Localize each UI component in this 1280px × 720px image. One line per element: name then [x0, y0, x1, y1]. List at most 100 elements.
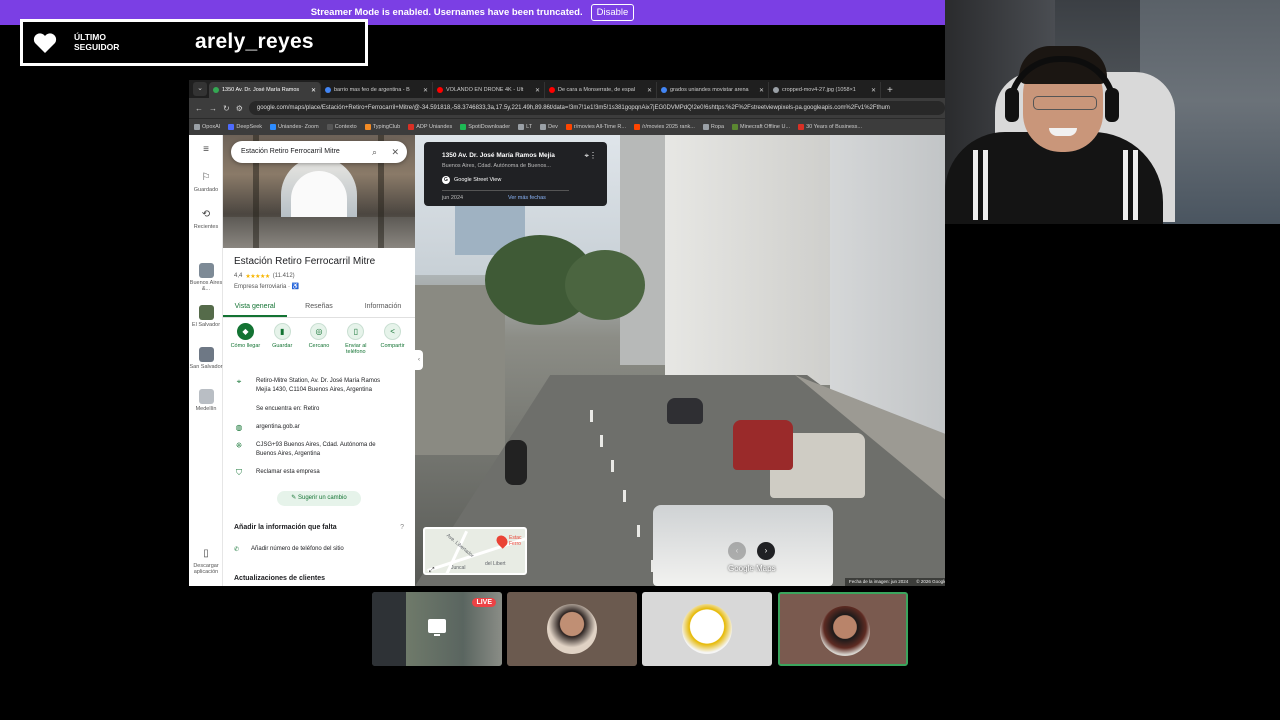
- rail-recent[interactable]: ⟲ Recientes: [189, 208, 223, 230]
- previous-arrow-icon[interactable]: ‹: [728, 542, 746, 560]
- search-input[interactable]: Estación Retiro Ferrocarril Mitre ⌕ ✕: [231, 141, 407, 163]
- tab-favicon-icon: [437, 87, 443, 93]
- pencil-icon: ✎: [291, 495, 298, 501]
- nearby-button[interactable]: ◎ Cercano: [302, 323, 336, 355]
- tab-search-button[interactable]: ⌄: [193, 82, 207, 96]
- lane-mark: [623, 490, 626, 502]
- rail-place-2[interactable]: El Salvador: [189, 305, 223, 328]
- directions-button[interactable]: ◆ Cómo llegar: [228, 323, 262, 355]
- last-follower-overlay: ÚLTIMO SEGUIDOR arely_reyes: [20, 19, 368, 66]
- review-count[interactable]: (11.412): [273, 273, 295, 280]
- close-tab-icon[interactable]: ✕: [871, 87, 876, 94]
- car: [667, 398, 703, 424]
- shield-icon: ⛉: [236, 468, 242, 477]
- bookmark-favicon-icon: [326, 124, 333, 130]
- street-view[interactable]: ⌖ ⋮ 1350 Av. Dr. José María Ramos Mejía …: [415, 135, 945, 586]
- info-plus-code[interactable]: ⁜ CJSG+93 Buenos Aires, Cdad. Autónoma d…: [234, 441, 394, 459]
- share-icon: <: [384, 323, 402, 340]
- tab-overview[interactable]: Vista general: [223, 298, 287, 317]
- share-button[interactable]: < Compartir: [376, 323, 410, 355]
- close-tab-icon[interactable]: ✕: [311, 87, 316, 94]
- bookmark-item[interactable]: SpotiDownloader: [460, 124, 510, 130]
- bookmark-item[interactable]: Uniandes- Zoom: [270, 124, 319, 130]
- back-icon[interactable]: ←: [195, 104, 203, 113]
- tab-list: 1350 Av. Dr. José María Ramos ✕ barrio mas…: [209, 82, 881, 98]
- disable-streamer-mode-button[interactable]: Disable: [590, 4, 635, 21]
- rail-place-4[interactable]: Medellín: [189, 389, 223, 412]
- browser-tab[interactable]: 1350 Av. Dr. José María Ramos ✕: [209, 82, 321, 98]
- call-tile-participant[interactable]: [642, 592, 772, 666]
- expand-icon[interactable]: ⤢: [429, 567, 435, 573]
- forward-icon[interactable]: →: [209, 104, 217, 113]
- browser-tab[interactable]: cropped-mov4-27.jpg (1058×1 ✕: [769, 82, 881, 98]
- rail-recent-label: Recientes: [193, 224, 219, 230]
- located-in-text: Se encuentra en: Retiro: [256, 406, 320, 412]
- bookmark-item[interactable]: Ropa: [702, 124, 724, 130]
- site-info-icon[interactable]: ⚙: [236, 104, 243, 113]
- bookmark-favicon-icon: [270, 124, 277, 130]
- rail-place-1[interactable]: Buenos Aires &...: [189, 263, 223, 292]
- tab-favicon-icon: [325, 87, 331, 93]
- bookmark-label: ADP Uniandes: [416, 124, 453, 130]
- send-to-phone-label: Enviar al teléfono: [345, 343, 367, 355]
- new-tab-button[interactable]: +: [881, 85, 899, 98]
- bookmark-item[interactable]: r/movies All-Time R...: [565, 124, 626, 130]
- info-website[interactable]: ◍ argentina.gob.ar: [234, 423, 300, 432]
- place-thumbnail: [198, 263, 214, 278]
- tab-about[interactable]: Información: [351, 298, 415, 317]
- lane-mark: [590, 410, 593, 422]
- browser-tab[interactable]: grados uniandes movistar arena ✕: [657, 82, 769, 98]
- bookmark-item[interactable]: TypingClub: [364, 124, 400, 130]
- bookmark-item[interactable]: OpoxAI: [194, 124, 220, 130]
- see-more-dates-link[interactable]: Ver más fechas: [508, 195, 546, 201]
- add-phone-row[interactable]: ✆ Añadir número de teléfono del sitio: [234, 546, 344, 553]
- rail-place-3[interactable]: San Salvador: [189, 347, 223, 370]
- bookmark-favicon-icon: [702, 124, 709, 130]
- url-field[interactable]: google.com/maps/place/Estación+Retiro+Fe…: [248, 101, 945, 115]
- more-options-icon[interactable]: ⋮: [589, 151, 597, 160]
- next-arrow-icon[interactable]: ›: [757, 542, 775, 560]
- tab-title: grados uniandes movistar arena: [670, 87, 749, 93]
- call-tile-participant-speaking[interactable]: [778, 592, 908, 666]
- reload-icon[interactable]: ↻: [223, 104, 230, 113]
- lane-mark: [637, 525, 640, 537]
- suggest-edit-button[interactable]: ✎ Sugerir un cambio: [277, 491, 361, 506]
- bookmark-item[interactable]: ADP Uniandes: [408, 124, 452, 130]
- rail-saved[interactable]: ⚐ Guardado: [189, 171, 223, 193]
- browser-tab[interactable]: VOLANDO EN DRONE 4K - Ult ✕: [433, 82, 545, 98]
- bookmark-label: LT: [526, 124, 533, 130]
- bookmark-item[interactable]: Dev: [540, 124, 558, 130]
- bookmark-item[interactable]: Contexto: [326, 124, 357, 130]
- headphone-cup: [1005, 88, 1019, 122]
- minimap[interactable]: Estac Ferro Ave. Libertador Juncal del L…: [423, 527, 527, 575]
- close-tab-icon[interactable]: ✕: [647, 87, 652, 94]
- place-thumbnail: [198, 389, 214, 404]
- location-pin-icon: ⌖: [236, 377, 242, 386]
- close-tab-icon[interactable]: ✕: [423, 87, 428, 94]
- place-title: Estación Retiro Ferrocarril Mitre: [234, 256, 376, 267]
- close-tab-icon[interactable]: ✕: [759, 87, 764, 94]
- close-tab-icon[interactable]: ✕: [535, 87, 540, 94]
- collapse-panel-button[interactable]: ‹: [415, 350, 423, 370]
- close-icon[interactable]: ✕: [391, 141, 399, 163]
- menu-button[interactable]: ≡: [189, 143, 223, 159]
- bookmark-item[interactable]: 30 Years of Business...: [798, 124, 862, 130]
- search-icon[interactable]: ⌕: [372, 141, 377, 163]
- browser-tab[interactable]: De cara a Monserrate, de espal ✕: [545, 82, 657, 98]
- bookmark-item[interactable]: LT: [518, 124, 532, 130]
- call-tile-screen-share[interactable]: LIVE: [372, 592, 502, 666]
- help-icon[interactable]: ?: [400, 524, 404, 531]
- info-address[interactable]: ⌖ Retiro-Mitre Station, Av. Dr. José Mar…: [234, 377, 394, 395]
- bookmark-item[interactable]: Minecraft Offline U...: [732, 124, 790, 130]
- streamer-mode-message: Streamer Mode is enabled. Usernames have…: [310, 7, 583, 18]
- send-to-phone-button[interactable]: ▯ Enviar al teléfono: [339, 323, 373, 355]
- rail-download-app[interactable]: ▯ Descargar aplicación: [189, 547, 223, 575]
- tab-reviews[interactable]: Reseñas: [287, 298, 351, 317]
- lane-mark: [611, 460, 614, 472]
- call-tile-participant[interactable]: [507, 592, 637, 666]
- bookmark-item[interactable]: DeepSeek: [228, 124, 262, 130]
- save-button[interactable]: ▮ Guardar: [265, 323, 299, 355]
- info-claim[interactable]: ⛉ Reclamar esta empresa: [234, 468, 320, 477]
- browser-tab[interactable]: barrio mas feo de argentina - B ✕: [321, 82, 433, 98]
- bookmark-item[interactable]: /r/movies 2025 rank...: [633, 124, 695, 130]
